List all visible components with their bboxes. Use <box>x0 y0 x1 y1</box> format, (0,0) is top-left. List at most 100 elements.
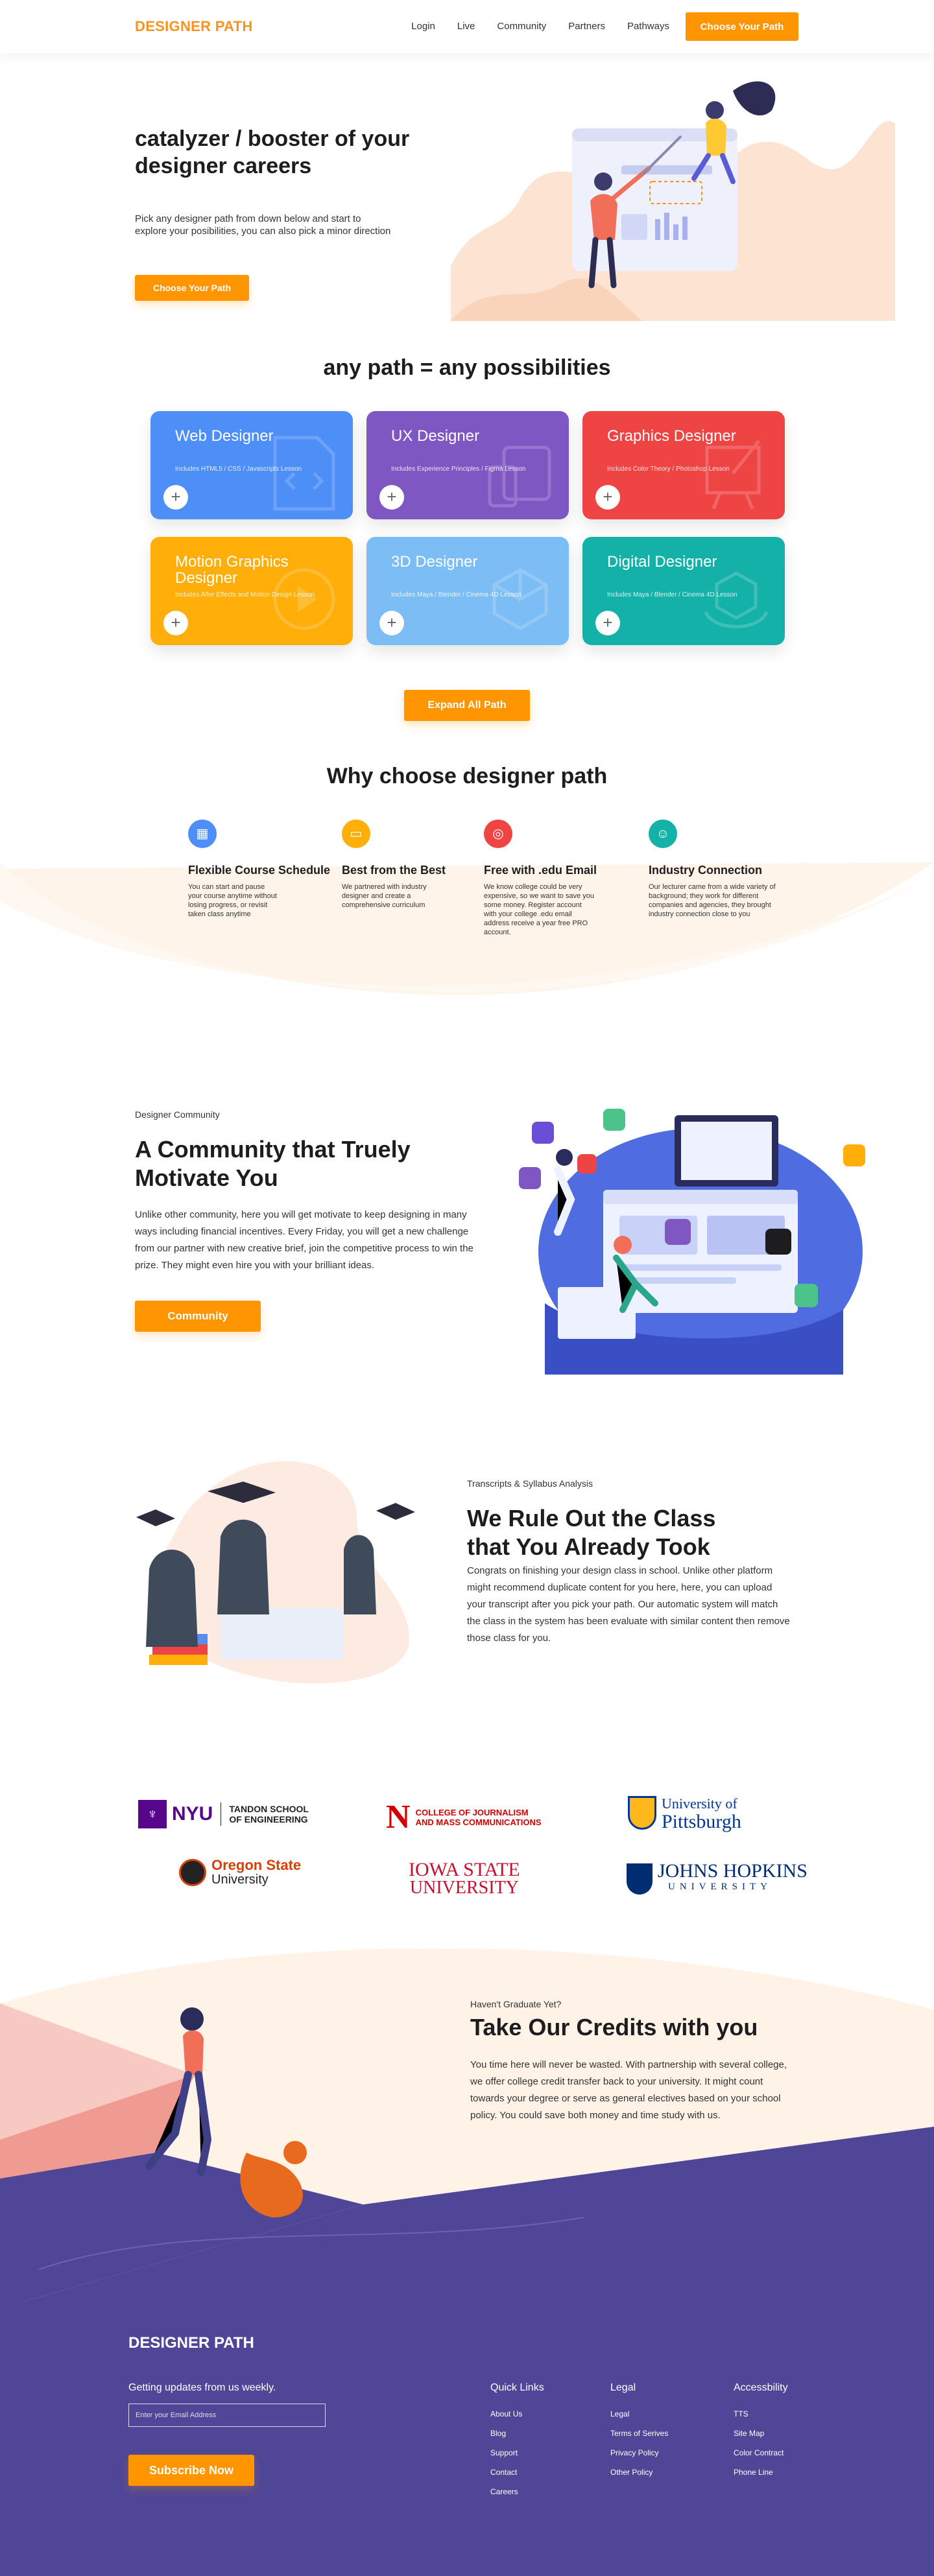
pitt-name: University of Pittsburgh <box>662 1795 741 1832</box>
top-navbar: DESIGNER PATH Login Live Community Partn… <box>0 0 934 53</box>
code-file-icon <box>273 436 335 511</box>
footer-link-other-policy[interactable]: Other Policy <box>610 2468 668 2477</box>
why-item-desc: You can start and pause your course anyt… <box>188 883 277 918</box>
credits-eyebrow: Haven't Graduate Yet? <box>470 1999 562 2009</box>
footer-col-legal: Legal Legal Terms of Serives Privacy Pol… <box>610 2382 668 2487</box>
footer-link-phone-line[interactable]: Phone Line <box>734 2468 788 2477</box>
jhu-shield-icon <box>627 1863 653 1895</box>
add-path-icon[interactable]: + <box>379 485 404 510</box>
add-path-icon[interactable]: + <box>379 611 404 635</box>
footer-link-support[interactable]: Support <box>490 2448 544 2457</box>
folder-icon: ▭ <box>342 820 370 848</box>
rotate-cube-icon <box>704 571 769 628</box>
nav-link-community[interactable]: Community <box>497 21 546 32</box>
site-logo[interactable]: DESIGNER PATH <box>135 18 253 35</box>
footer-updates-label: Getting updates from us weekly. <box>128 2382 276 2393</box>
email-input[interactable] <box>128 2404 326 2427</box>
add-path-icon[interactable]: + <box>595 611 620 635</box>
footer-link-terms[interactable]: Terms of Serives <box>610 2429 668 2438</box>
nav-link-live[interactable]: Live <box>457 21 475 32</box>
footer-link-careers[interactable]: Careers <box>490 2487 544 2496</box>
path-card-motion-graphics-designer[interactable]: Motion Graphics Designer Includes After … <box>150 537 353 645</box>
drawing-board-icon <box>705 440 761 510</box>
nyu-tandon-logo[interactable]: ♆ NYU TANDON SCHOOL OF ENGINEERING <box>138 1800 309 1828</box>
transcripts-eyebrow: Transcripts & Syllabus Analysis <box>467 1478 593 1489</box>
footer-logo[interactable]: DESIGNER PATH <box>128 2334 254 2352</box>
community-illustration <box>519 1109 865 1375</box>
why-item-free-edu: ◎ Free with .edu Email We know college c… <box>484 820 627 937</box>
hero-subtitle: Pick any designer path from down below a… <box>135 213 391 237</box>
add-path-icon[interactable]: + <box>595 485 620 510</box>
pitt-logo[interactable]: University of Pittsburgh <box>628 1795 741 1832</box>
footer-link-legal[interactable]: Legal <box>610 2409 668 2418</box>
cube-icon <box>492 568 548 630</box>
hero-illustration <box>451 81 895 321</box>
nyu-school-name: TANDON SCHOOL OF ENGINEERING <box>229 1804 309 1825</box>
path-card-3d-designer[interactable]: 3D Designer Includes Maya / Blender / Ci… <box>366 537 569 645</box>
iowa-state-logo[interactable]: IOWA STATE UNIVERSITY <box>409 1859 520 1898</box>
target-icon: ◎ <box>484 820 512 848</box>
why-item-desc: We partnered with industry designer and … <box>342 883 427 909</box>
community-body: Unlike other community, here you will ge… <box>135 1209 473 1271</box>
graduation-illustration <box>136 1461 415 1684</box>
transcripts-title: We Rule Out the Class that You Already T… <box>467 1505 716 1560</box>
credits-body: You time here will never be wasted. With… <box>470 2059 787 2121</box>
why-item-title: Flexible Course Schedule <box>188 864 331 877</box>
johns-hopkins-logo[interactable]: JOHNS HOPKINS UNIVERSITY <box>627 1860 808 1895</box>
path-card-ux-designer[interactable]: UX Designer Includes Experience Principl… <box>366 411 569 519</box>
why-item-desc: Our lecturer came from a wide variety of… <box>649 883 776 918</box>
nyu-wordmark: NYU <box>172 1803 213 1825</box>
nav-link-partners[interactable]: Partners <box>568 21 605 32</box>
add-path-icon[interactable]: + <box>163 485 188 510</box>
why-item-best-from-best: ▭ Best from the Best We partnered with i… <box>342 820 485 910</box>
footer-col-title: Legal <box>610 2382 636 2393</box>
footer-link-privacy[interactable]: Privacy Policy <box>610 2448 668 2457</box>
footer-link-tts[interactable]: TTS <box>734 2409 788 2418</box>
torch-icon: ♆ <box>138 1800 167 1828</box>
footer: DESIGNER PATH Getting updates from us we… <box>0 2302 934 2576</box>
footer-col-accessibility: Accessbility TTS Site Map Color Contract… <box>734 2382 788 2487</box>
credits-title: Take Our Credits with you <box>470 2014 758 2040</box>
nebraska-journalism-logo[interactable]: N COLLEGE OF JOURNALISM AND MASS COMMUNIC… <box>386 1798 542 1836</box>
footer-link-site-map[interactable]: Site Map <box>734 2429 788 2438</box>
iowa-state-name: IOWA STATE UNIVERSITY <box>409 1859 520 1898</box>
paths-section-title: any path = any possibilities <box>323 355 611 380</box>
user-icon: ☺ <box>649 820 677 848</box>
nebraska-n-mark: N <box>386 1799 411 1836</box>
oregon-state-name: Oregon State University <box>211 1857 302 1887</box>
path-card-digital-designer[interactable]: Digital Designer Includes Maya / Blender… <box>582 537 785 645</box>
footer-link-blog[interactable]: Blog <box>490 2429 544 2438</box>
path-card-graphics-designer[interactable]: Graphics Designer Includes Color Theory … <box>582 411 785 519</box>
footer-col-quick-links: Quick Links About Us Blog Support Contac… <box>490 2382 544 2507</box>
nav-link-pathways[interactable]: Pathways <box>627 21 669 32</box>
community-title: A Community that Truely Motivate You <box>135 1136 411 1191</box>
play-icon <box>273 568 335 630</box>
footer-link-contact[interactable]: Contact <box>490 2468 544 2477</box>
jhu-name: JOHNS HOPKINS UNIVERSITY <box>658 1860 808 1893</box>
why-item-industry-connection: ☺ Industry Connection Our lecturer came … <box>649 820 791 919</box>
choose-path-hero-button[interactable]: Choose Your Path <box>135 275 249 301</box>
footer-link-about[interactable]: About Us <box>490 2409 544 2418</box>
pitt-shield-icon <box>628 1796 656 1830</box>
nav-links: Login Live Community Partners Pathways <box>411 21 669 32</box>
calendar-icon: ▦ <box>188 820 217 848</box>
credits-background <box>0 1948 934 2308</box>
why-item-flexible-schedule: ▦ Flexible Course Schedule You can start… <box>188 820 331 919</box>
footer-col-title: Accessbility <box>734 2382 788 2393</box>
hero-title: catalyzer / booster of your designer car… <box>135 126 410 178</box>
path-card-web-designer[interactable]: Web Designer Includes HTML5 / CSS / Java… <box>150 411 353 519</box>
nebraska-college-name: COLLEGE OF JOURNALISM AND MASS COMMUNICAT… <box>415 1807 542 1827</box>
why-section-title: Why choose designer path <box>326 764 608 788</box>
why-item-title: Industry Connection <box>649 864 762 877</box>
oregon-state-logo[interactable]: Oregon State University <box>179 1858 301 1887</box>
community-button[interactable]: Community <box>135 1301 261 1332</box>
subscribe-button[interactable]: Subscribe Now <box>128 2455 254 2486</box>
transcripts-body: Congrats on finishing your design class … <box>467 1565 790 1644</box>
footer-link-color-contract[interactable]: Color Contract <box>734 2448 788 2457</box>
community-eyebrow: Designer Community <box>135 1109 220 1120</box>
choose-path-nav-button[interactable]: Choose Your Path <box>686 12 798 41</box>
nav-link-login[interactable]: Login <box>411 21 435 32</box>
expand-all-path-button[interactable]: Expand All Path <box>404 690 530 721</box>
add-path-icon[interactable]: + <box>163 611 188 635</box>
devices-icon <box>488 445 551 508</box>
